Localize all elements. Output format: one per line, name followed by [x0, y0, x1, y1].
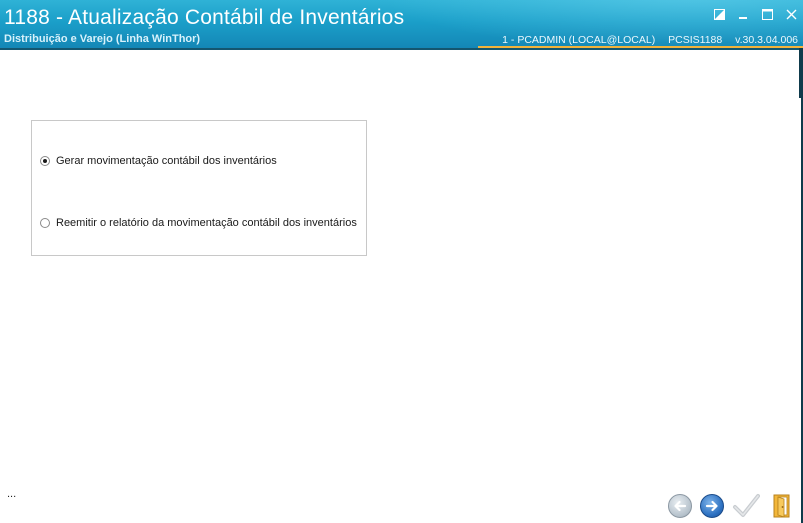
- checkmark-icon: [733, 494, 760, 517]
- exit-door-icon: [773, 494, 790, 518]
- options-group: Gerar movimentação contábil dos inventár…: [31, 120, 367, 256]
- session-status: 1 - PCADMIN (LOCAL@LOCAL) PCSIS1188 v.30…: [492, 34, 798, 46]
- confirm-button[interactable]: [732, 492, 760, 520]
- exit-button[interactable]: [768, 492, 796, 520]
- option-label: Reemitir o relatório da movimentação con…: [56, 217, 357, 229]
- title-bar: 1188 - Atualização Contábil de Inventári…: [0, 0, 803, 48]
- app-window: 1188 - Atualização Contábil de Inventári…: [0, 0, 803, 523]
- footer-buttons: [668, 492, 796, 520]
- close-icon[interactable]: [785, 8, 797, 20]
- option-gerar-movimentacao[interactable]: Gerar movimentação contábil dos inventár…: [40, 155, 277, 167]
- radio-button-checked[interactable]: [40, 156, 50, 166]
- back-button[interactable]: [668, 494, 692, 518]
- next-arrow-icon: [705, 500, 718, 512]
- option-label: Gerar movimentação contábil dos inventár…: [56, 155, 277, 167]
- status-version: v.30.3.04.006: [735, 34, 798, 46]
- content-area: Gerar movimentação contábil dos inventár…: [0, 48, 803, 523]
- window-controls: [713, 8, 797, 20]
- window-title: 1188 - Atualização Contábil de Inventári…: [4, 6, 405, 29]
- maximize-icon[interactable]: [761, 8, 773, 20]
- content-top-border: [0, 48, 803, 50]
- status-user: 1 - PCADMIN (LOCAL@LOCAL): [502, 34, 656, 46]
- content-right-border: [799, 48, 803, 98]
- minimize-icon[interactable]: [737, 8, 749, 20]
- option-reemitir-relatorio[interactable]: Reemitir o relatório da movimentação con…: [40, 217, 357, 229]
- radio-button-unchecked[interactable]: [40, 218, 50, 228]
- next-button[interactable]: [700, 494, 724, 518]
- restore-icon[interactable]: [713, 8, 725, 20]
- window-subtitle: Distribuição e Varejo (Linha WinThor): [4, 33, 201, 45]
- status-program: PCSIS1188: [668, 34, 723, 46]
- back-arrow-icon: [674, 500, 687, 512]
- status-ellipsis: ...: [7, 488, 17, 500]
